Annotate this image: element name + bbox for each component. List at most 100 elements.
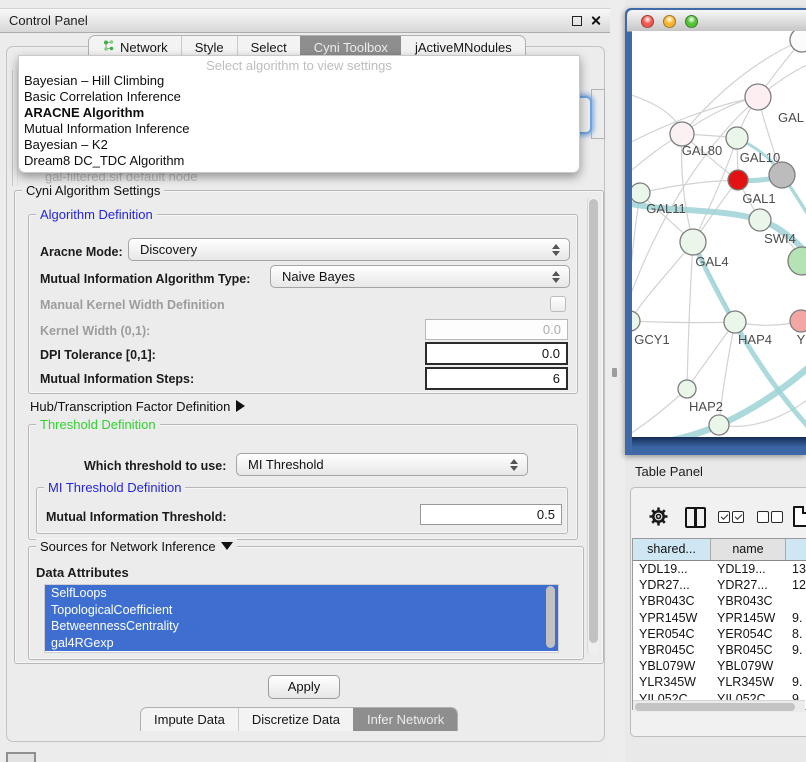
network-node[interactable] [790, 31, 806, 52]
network-node-gal10[interactable] [726, 127, 748, 149]
kernel-width-field[interactable]: 0.0 [425, 319, 568, 340]
network-node-gal1[interactable] [728, 170, 748, 190]
network-node-gal4[interactable] [680, 229, 706, 255]
network-node[interactable] [769, 162, 795, 188]
algorithm-dropdown-placeholder: Select algorithm to view settings [19, 58, 579, 73]
collapsed-panel-button[interactable] [6, 752, 36, 762]
algorithm-dropdown[interactable]: Select algorithm to view settings Bayesi… [18, 55, 580, 173]
data-attribute-item[interactable]: TopologicalCoefficient [45, 602, 558, 619]
algorithm-option[interactable]: Basic Correlation Inference [21, 89, 561, 105]
network-window: GALGAL80GAL10GAL1GAL11SWI4GAL4GCY1HAP4YH… [625, 8, 806, 455]
table-row[interactable]: YBR045CYBR045C9. [633, 642, 806, 658]
network-edge[interactable] [632, 321, 735, 323]
unchecked-column-icon[interactable] [757, 511, 769, 523]
bottom-tab-infer-network[interactable]: Infer Network [353, 708, 457, 731]
network-edge[interactable] [687, 242, 693, 389]
table-row[interactable]: YLR345WYLR345W9. [633, 674, 806, 690]
hidden-panel-fragment [591, 89, 605, 139]
network-node-label: HAP2 [689, 399, 723, 414]
network-node-gal[interactable] [745, 84, 771, 110]
bottom-tab-discretize-data[interactable]: Discretize Data [238, 708, 353, 731]
aracne-mode-label: Aracne Mode: [40, 245, 123, 259]
stepper-icon [509, 458, 518, 472]
table-row[interactable]: YER054CYER054C8. [633, 626, 806, 642]
cyni-algorithm-settings-title: Cyni Algorithm Settings [22, 183, 164, 198]
settings-scrollbar[interactable] [587, 196, 599, 656]
mi-threshold-group-title: MI Threshold Definition [44, 480, 185, 495]
network-node[interactable] [788, 247, 806, 275]
table-row[interactable]: YPR145WYPR145W9. [633, 610, 806, 626]
node-table: shared...nameA... YDL19...YDL19...13YDR2… [632, 538, 806, 710]
minimize-traffic-light-icon[interactable] [663, 15, 676, 28]
apply-button[interactable]: Apply [268, 675, 340, 699]
table-row[interactable]: YDR27...YDR27...12 [633, 577, 806, 593]
table-hscrollbar-thumb[interactable] [635, 703, 795, 711]
column-header-a[interactable]: A... [786, 539, 806, 560]
data-attribute-item[interactable]: gal4RGexp [45, 635, 558, 652]
gear-icon[interactable] [648, 506, 669, 527]
columns-icon[interactable] [685, 507, 706, 528]
table-body: YDL19...YDL19...13YDR27...YDR27...12YBR0… [633, 561, 806, 707]
network-edge[interactable] [640, 180, 738, 193]
algorithm-option[interactable]: Mutual Information Inference [21, 121, 561, 137]
algorithm-option[interactable]: Bayesian – Hill Climbing [21, 73, 561, 89]
document-icon[interactable] [793, 506, 806, 527]
mi-threshold-label: Mutual Information Threshold: [46, 510, 227, 524]
split-pane-handle[interactable] [612, 368, 617, 377]
network-node-hap4[interactable] [724, 311, 746, 333]
data-attribute-item[interactable]: BetweennessCentrality [45, 618, 558, 635]
close-traffic-light-icon[interactable] [641, 15, 654, 28]
algorithm-option[interactable]: Dream8 DC_TDC Algorithm [21, 153, 561, 169]
hub-section-toggle[interactable]: Hub/Transcription Factor Definition [30, 399, 245, 414]
column-header-name[interactable]: name [711, 539, 786, 560]
dpi-tolerance-field[interactable]: 0.0 [425, 342, 568, 365]
checked-column-icon[interactable] [732, 511, 744, 523]
column-header-shared[interactable]: shared... [633, 539, 711, 560]
hub-section-label: Hub/Transcription Factor Definition [30, 399, 230, 414]
network-edge[interactable] [632, 389, 687, 437]
network-node-swi4[interactable] [749, 209, 771, 231]
mi-steps-field[interactable]: 6 [425, 367, 568, 390]
unchecked-column-icon[interactable] [771, 511, 783, 523]
network-edge[interactable] [687, 322, 735, 389]
network-node-gal11[interactable] [632, 183, 650, 203]
checked-column-icon[interactable] [718, 511, 730, 523]
table-row[interactable]: YBR043CYBR043C [633, 593, 806, 609]
network-edge[interactable] [632, 193, 640, 321]
mi-threshold-field[interactable]: 0.5 [420, 504, 562, 525]
table-cell [786, 658, 806, 674]
split-pane-divider[interactable] [610, 0, 625, 762]
algorithm-option[interactable]: ARACNE Algorithm [21, 105, 561, 121]
manual-kernel-checkbox[interactable] [550, 296, 566, 312]
table-hscrollbar[interactable] [633, 700, 805, 712]
settings-scrollbar-thumb[interactable] [589, 199, 598, 643]
network-canvas[interactable]: GALGAL80GAL10GAL1GAL11SWI4GAL4GCY1HAP4YH… [632, 31, 806, 437]
which-threshold-select[interactable]: MI Threshold [236, 453, 528, 476]
kernel-width-label: Kernel Width (0,1): [40, 324, 150, 338]
data-attribute-item[interactable]: SelfLoops [45, 585, 558, 602]
table-row[interactable]: YDL19...YDL19...13 [633, 561, 806, 577]
bottom-tab-impute-data[interactable]: Impute Data [141, 708, 238, 731]
sources-group-title[interactable]: Sources for Network Inference [36, 539, 237, 554]
attributes-scrollbar-thumb[interactable] [546, 586, 555, 648]
aracne-mode-select[interactable]: Discovery [128, 238, 570, 261]
algorithm-option[interactable]: Bayesian – K2 [21, 137, 561, 153]
network-node[interactable] [709, 415, 729, 435]
zoom-traffic-light-icon[interactable] [685, 15, 698, 28]
mi-algorithm-type-select[interactable]: Naive Bayes [270, 265, 570, 288]
network-edge[interactable] [632, 242, 693, 321]
network-node-y[interactable] [790, 310, 806, 332]
collapse-arrow-icon [221, 542, 233, 550]
network-node-gcy1[interactable] [632, 311, 640, 331]
network-node-hap2[interactable] [678, 380, 696, 398]
table-cell: 8. [786, 626, 806, 642]
network-node-label: GAL1 [742, 191, 775, 206]
close-icon[interactable] [590, 15, 601, 26]
float-window-icon[interactable] [572, 16, 582, 26]
network-window-titlebar [627, 10, 806, 32]
threshold-definition-title: Threshold Definition [36, 417, 160, 432]
table-row[interactable]: YBL079WYBL079W [633, 658, 806, 674]
table-cell: YER054C [711, 626, 786, 642]
data-attributes-list[interactable]: SelfLoopsTopologicalCoefficientBetweenne… [44, 584, 559, 653]
algorithm-definition-title: Algorithm Definition [36, 207, 157, 222]
